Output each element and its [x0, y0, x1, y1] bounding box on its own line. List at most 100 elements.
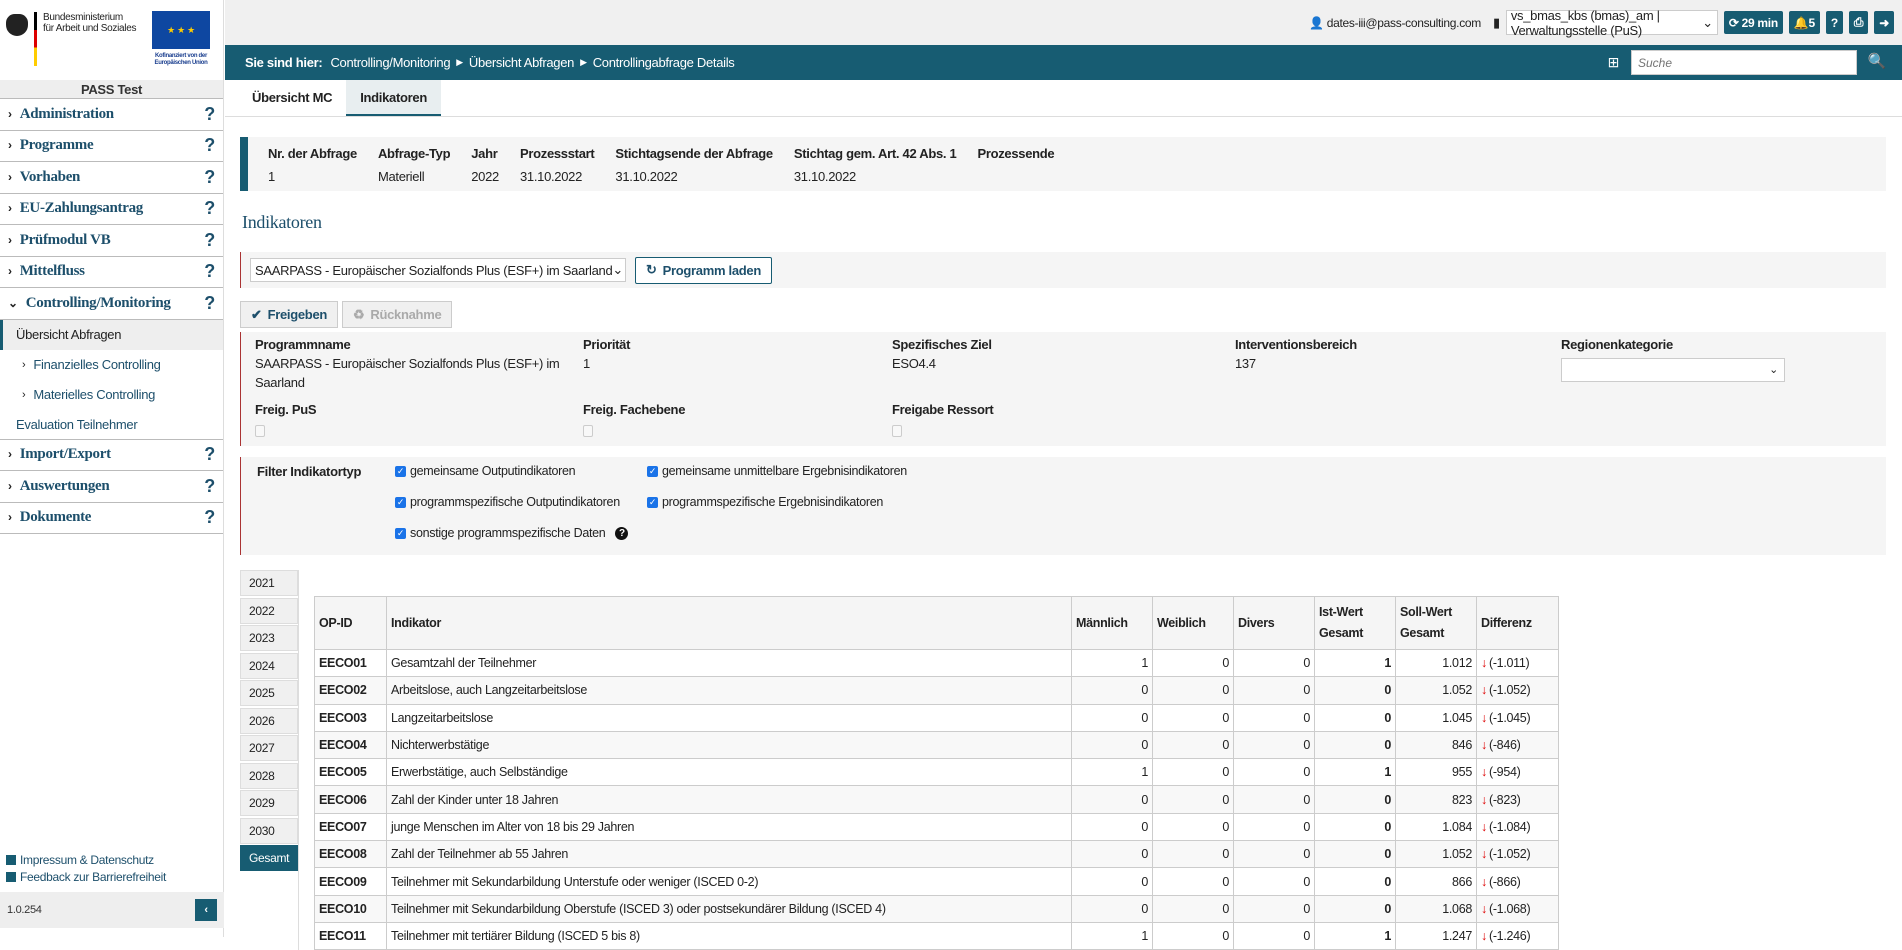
table-cell: ↓ (-1.084) — [1476, 812, 1559, 842]
help-icon[interactable]: ? — [204, 230, 215, 251]
filter-checkbox[interactable]: ✓ gemeinsame unmittelbare Ergebnisindikat… — [647, 464, 907, 478]
help-icon[interactable]: ? — [204, 198, 215, 219]
table-cell: 866 — [1395, 867, 1477, 896]
bmas-logo: Bundesministerium für Arbeit und Soziales — [6, 12, 136, 66]
help-icon[interactable]: ? — [204, 507, 215, 528]
tab-indikatoren[interactable]: Indikatoren — [346, 80, 441, 116]
sitemap-icon[interactable]: ⊞ — [1608, 54, 1620, 71]
sidebar-item-label: Programme — [19, 137, 94, 154]
year-tab[interactable]: 2027 — [240, 735, 298, 761]
table-cell: 0 — [1233, 648, 1315, 678]
filter-label: Filter Indikatortyp — [257, 464, 362, 479]
filter-checkbox[interactable]: ✓ programmspezifische Ergebnisindikatoren — [647, 495, 883, 509]
label: Spezifisches Ziel — [892, 337, 992, 352]
impressum-link[interactable]: Impressum & Datenschutz — [6, 852, 166, 869]
sidebar-item-pr-fmodul-vb[interactable]: › Prüfmodul VB? — [0, 225, 223, 257]
info-header: Prozessende — [977, 146, 1055, 161]
print-button[interactable]: ⎙ — [1848, 11, 1869, 34]
query-info: Nr. der Abfrage 1 Abfrage-Typ Materiell Jahr… — [240, 137, 1886, 191]
help-button[interactable]: ? — [1825, 11, 1843, 34]
help-icon[interactable]: ? — [204, 135, 215, 156]
logout-button[interactable]: ➜ — [1874, 11, 1894, 34]
region-category-select[interactable]: ⌄ — [1561, 358, 1785, 382]
table-cell: 0 — [1233, 812, 1315, 842]
search-input[interactable] — [1631, 50, 1857, 75]
year-tab[interactable]: Gesamt — [240, 845, 298, 871]
difference-value: (-1.045) — [1488, 710, 1531, 725]
help-circle-icon[interactable]: ? — [615, 526, 629, 540]
release-fachebene-checkbox — [583, 425, 593, 437]
sidebar-item: › Vorhaben — [8, 169, 80, 186]
sidebar-item-eu-zahlungsantrag[interactable]: › EU-Zahlungsantrag? — [0, 194, 223, 225]
table-cell: 0 — [1152, 840, 1234, 869]
year-tab[interactable]: 2022 — [240, 597, 298, 624]
filter-checkbox[interactable]: ✓ gemeinsame Outputindikatoren — [395, 464, 576, 478]
help-icon[interactable]: ? — [204, 104, 215, 125]
help-icon[interactable]: ? — [204, 476, 215, 497]
table-cell: 0 — [1314, 730, 1396, 760]
chevron-down-icon: ⌄ — [612, 262, 624, 277]
release-button[interactable]: ✔ Freigeben — [240, 301, 339, 328]
chevron-down-icon: ⌄ — [1702, 14, 1713, 30]
sidebar-item: › Administration — [8, 106, 114, 123]
check-icon: ✔ — [251, 306, 262, 322]
sidebar-sub-uebersicht[interactable]: Übersicht Abfragen — [0, 319, 223, 350]
collapse-sidebar-button[interactable]: ‹ — [195, 899, 217, 921]
role-select[interactable]: vs_bmas_kbs (bmas)_am | Verwaltungsstell… — [1505, 7, 1718, 38]
year-tab[interactable]: 2030 — [240, 817, 298, 844]
sidebar-sub-finanziell[interactable]: › Finanzielles Controlling — [0, 350, 223, 380]
tab-uebersicht-mc[interactable]: Übersicht MC — [238, 80, 346, 116]
year-tab[interactable]: 2021 — [240, 570, 298, 596]
help-icon[interactable]: ? — [204, 261, 215, 282]
sidebar-item-mittelfluss[interactable]: › Mittelfluss? — [0, 257, 223, 288]
filter-checkbox[interactable]: ✓ sonstige programmspezifische Daten? — [395, 526, 629, 540]
year-tab[interactable]: 2024 — [240, 652, 298, 679]
load-program-button[interactable]: ↻ Programm laden — [635, 256, 772, 284]
checkbox-checked-icon: ✓ — [395, 496, 406, 508]
recycle-icon: ♻ — [353, 306, 365, 322]
table-cell: Zahl der Kinder unter 18 Jahren — [386, 785, 1072, 814]
table-cell: ↓ (-1.045) — [1476, 703, 1559, 732]
help-icon[interactable]: ? — [204, 444, 215, 465]
sidebar-sub-materiell[interactable]: › Materielles Controlling — [0, 380, 223, 410]
breadcrumb-item[interactable]: Übersicht Abfragen — [469, 55, 574, 70]
sidebar-item-label: Mittelfluss — [19, 263, 85, 280]
release-ressort-checkbox — [892, 425, 902, 437]
year-tab[interactable]: 2025 — [240, 680, 298, 706]
notifications-button[interactable]: 🔔 5 — [1788, 11, 1820, 34]
table-cell: 0 — [1233, 785, 1315, 814]
sidebar-item-auswertungen[interactable]: › Auswertungen? — [0, 471, 223, 503]
chevron-right-icon: › — [8, 201, 12, 216]
sidebar-item-label: Dokumente — [19, 509, 92, 526]
program-select[interactable]: SAARPASS - Europäischer Sozialfonds Plus… — [250, 258, 626, 282]
sidebar-item-administration[interactable]: › Administration? — [0, 99, 223, 131]
sidebar-item-dokumente[interactable]: › Dokumente? — [0, 503, 223, 534]
checkbox-checked-icon: ✓ — [647, 496, 658, 508]
sidebar-item-label: Vorhaben — [19, 168, 81, 185]
year-tab[interactable]: 2026 — [240, 707, 298, 734]
help-icon[interactable]: ? — [204, 293, 215, 314]
sidebar-item-vorhaben[interactable]: › Vorhaben? — [0, 162, 223, 194]
year-tab[interactable]: 2029 — [240, 790, 298, 816]
year-tab[interactable]: 2023 — [240, 625, 298, 651]
search-icon[interactable]: 🔍 — [1868, 52, 1887, 70]
info-value: 1 — [268, 169, 275, 184]
year-tab[interactable]: 2028 — [240, 762, 298, 789]
table-cell: 0 — [1071, 785, 1153, 814]
role-value: vs_bmas_kbs (bmas)_am | Verwaltungsstell… — [1510, 7, 1660, 38]
sidebar-item-controlling[interactable]: ⌄ Controlling/Monitoring? — [0, 288, 223, 320]
breadcrumb-item[interactable]: Controlling/Monitoring — [330, 55, 450, 70]
label: Freig. PuS — [255, 402, 317, 417]
sidebar-item-programme[interactable]: › Programme? — [0, 131, 223, 162]
difference-value: (-1.011) — [1488, 656, 1530, 671]
sidebar-sub-evaluation[interactable]: Evaluation Teilnehmer — [0, 410, 223, 440]
feedback-link[interactable]: Feedback zur Barrierefreiheit — [6, 869, 166, 886]
label: Regionenkategorie — [1561, 337, 1673, 352]
arrow-down-icon: ↓ — [1481, 901, 1487, 916]
sidebar-item-import-export[interactable]: › Import/Export? — [0, 440, 223, 471]
session-refresh-button[interactable]: ⟳ 29 min — [1723, 11, 1783, 34]
filter-checkbox[interactable]: ✓ programmspezifische Outputindikatoren — [395, 495, 620, 509]
help-icon[interactable]: ? — [204, 167, 215, 188]
program-name: SAARPASS - Europäischer Sozialfonds Plus… — [255, 356, 560, 390]
chevron-down-icon: ⌄ — [8, 295, 18, 310]
